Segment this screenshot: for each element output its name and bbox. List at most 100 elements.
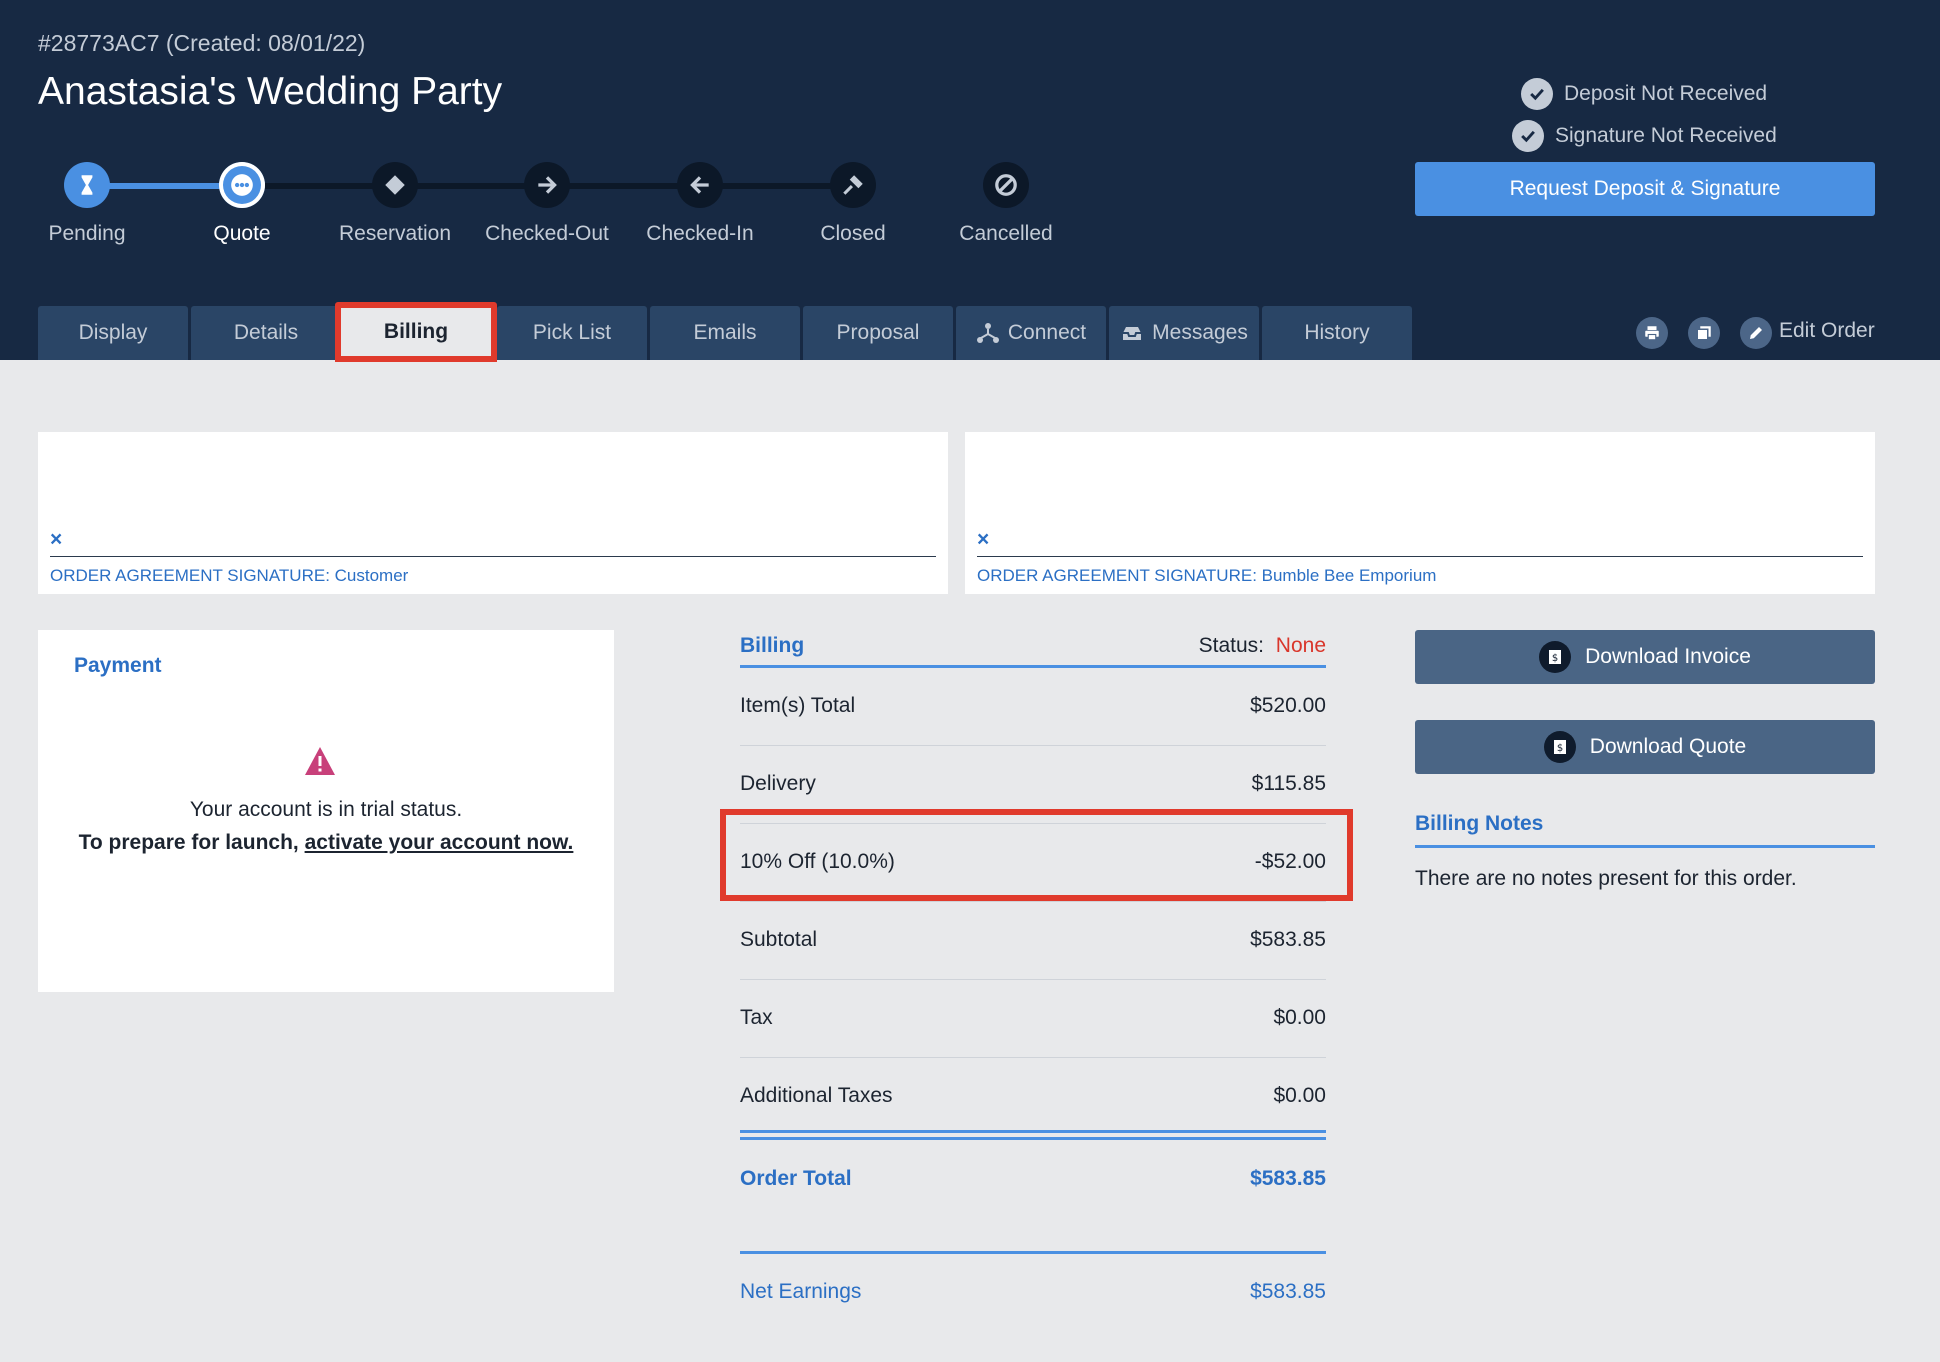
request-deposit-signature-button[interactable]: Request Deposit & Signature [1415,162,1875,216]
step-label: Quote [213,222,271,245]
hourglass-icon [64,162,110,208]
billing-title: Billing [740,634,805,657]
pencil-icon[interactable] [1740,317,1772,349]
row-label: Additional Taxes [740,1084,893,1107]
deposit-status: Deposit Not Received [1521,78,1767,110]
ban-icon [983,162,1029,208]
step-label: Closed [820,222,886,245]
billing-status-value: None [1275,634,1326,657]
edit-order-button[interactable]: Edit Order [1779,319,1875,343]
download-quote-button[interactable]: $ Download Quote [1415,720,1875,774]
row-label: Tax [740,1006,773,1029]
signature-status-text: Signature Not Received [1555,124,1777,147]
trial-status-text: Your account is in trial status. [189,798,463,821]
billing-notes-empty: There are no notes present for this orde… [1415,867,1797,890]
order-total-row: Order Total $583.85 [740,1167,1326,1191]
net-divider [740,1251,1326,1254]
tab-messages[interactable]: Messages [1109,306,1259,360]
order-total-label: Order Total [740,1167,852,1190]
step-checked-in[interactable]: Checked-In [620,162,780,246]
net-earnings-value: $583.85 [1250,1280,1326,1303]
row-value: $0.00 [1273,1084,1326,1107]
net-earnings-row: Net Earnings $583.85 [740,1280,1326,1304]
row-value: $115.85 [1251,772,1326,795]
row-label: Delivery [740,772,816,795]
order-id: #28773AC7 (Created: 08/01/22) [38,30,366,56]
tab-billing[interactable]: Billing [335,302,497,362]
tab-label: Proposal [836,321,920,344]
activate-account-link[interactable]: activate your account now. [305,831,574,854]
dollar-doc-icon: $ [1543,731,1576,763]
tab-details[interactable]: Details [191,306,341,360]
step-label: Checked-In [646,222,754,245]
customer-signature-box[interactable]: × ORDER AGREEMENT SIGNATURE: Customer [38,432,948,594]
step-reservation[interactable]: Reservation [315,162,475,246]
billing-row-items-total: Item(s) Total $520.00 [740,668,1326,746]
customer-signature-caption: ORDER AGREEMENT SIGNATURE: Customer [50,566,409,585]
ticket-icon [372,162,418,208]
discount-highlight-box [720,809,1353,901]
billing-status-label: Status: [1198,634,1264,657]
payment-title: Payment [74,654,162,677]
total-divider [740,1130,1326,1140]
billing-header: Billing Status: None [740,630,1326,668]
signature-status: Signature Not Received [1512,120,1777,152]
download-invoice-button[interactable]: $ Download Invoice [1415,630,1875,684]
download-quote-label: Download Quote [1589,735,1747,758]
tab-label: Billing [383,320,449,343]
billing-notes-title: Billing Notes [1415,812,1875,848]
row-value: $520.00 [1250,694,1326,717]
dollar-doc-icon: $ [1539,641,1572,673]
tab-label: Details [233,321,299,344]
check-icon [1521,78,1553,110]
svg-text:$: $ [1557,743,1563,754]
order-header: #28773AC7 (Created: 08/01/22) Anastasia'… [0,0,1940,362]
network-icon [976,323,999,343]
step-closed[interactable]: Closed [773,162,933,246]
print-icon[interactable] [1636,317,1668,349]
step-quote[interactable]: Quote [162,162,322,246]
launch-text: To prepare for launch, activate your acc… [38,831,614,855]
tab-proposal[interactable]: Proposal [803,306,953,360]
arrow-left-icon [677,162,723,208]
tab-label: Connect [1007,321,1087,344]
signature-mark: × [977,528,990,551]
step-label: Checked-Out [485,222,609,245]
tab-label: Emails [693,321,757,344]
tab-label: Messages [1152,321,1248,344]
tab-label: Display [78,321,148,344]
step-pending[interactable]: Pending [7,162,167,246]
check-icon [1512,120,1544,152]
arrow-right-icon [524,162,570,208]
gavel-icon [830,162,876,208]
signature-mark: × [50,528,63,551]
tab-pick-list[interactable]: Pick List [497,306,647,360]
billing-row-additional-taxes: Additional Taxes $0.00 [740,1058,1326,1136]
svg-text:$: $ [1552,653,1558,664]
company-signature-box[interactable]: × ORDER AGREEMENT SIGNATURE: Bumble Bee … [965,432,1875,594]
launch-prefix: To prepare for launch, [78,831,299,854]
row-label: Item(s) Total [740,694,856,717]
deposit-status-text: Deposit Not Received [1564,82,1768,105]
signature-line [977,556,1863,557]
company-signature-caption: ORDER AGREEMENT SIGNATURE: Bumble Bee Em… [977,566,1437,585]
tab-emails[interactable]: Emails [650,306,800,360]
row-value: $583.85 [1250,928,1326,951]
row-value: $0.00 [1273,1006,1326,1029]
step-label: Pending [48,222,126,245]
step-label: Reservation [338,222,452,245]
order-total-value: $583.85 [1250,1167,1326,1190]
payment-panel: Payment Your account is in trial status.… [38,630,614,992]
tab-connect[interactable]: Connect [956,306,1106,360]
tab-display[interactable]: Display [38,306,188,360]
step-checked-out[interactable]: Checked-Out [467,162,627,246]
step-label: Cancelled [959,222,1053,245]
order-title: Anastasia's Wedding Party [38,70,503,113]
tab-label: History [1304,321,1370,344]
tab-history[interactable]: History [1262,306,1412,360]
billing-row-tax: Tax $0.00 [740,980,1326,1058]
net-earnings-label: Net Earnings [740,1280,862,1303]
step-cancelled[interactable]: Cancelled [926,162,1086,246]
row-label: Subtotal [740,928,818,951]
copy-icon[interactable] [1688,317,1720,349]
